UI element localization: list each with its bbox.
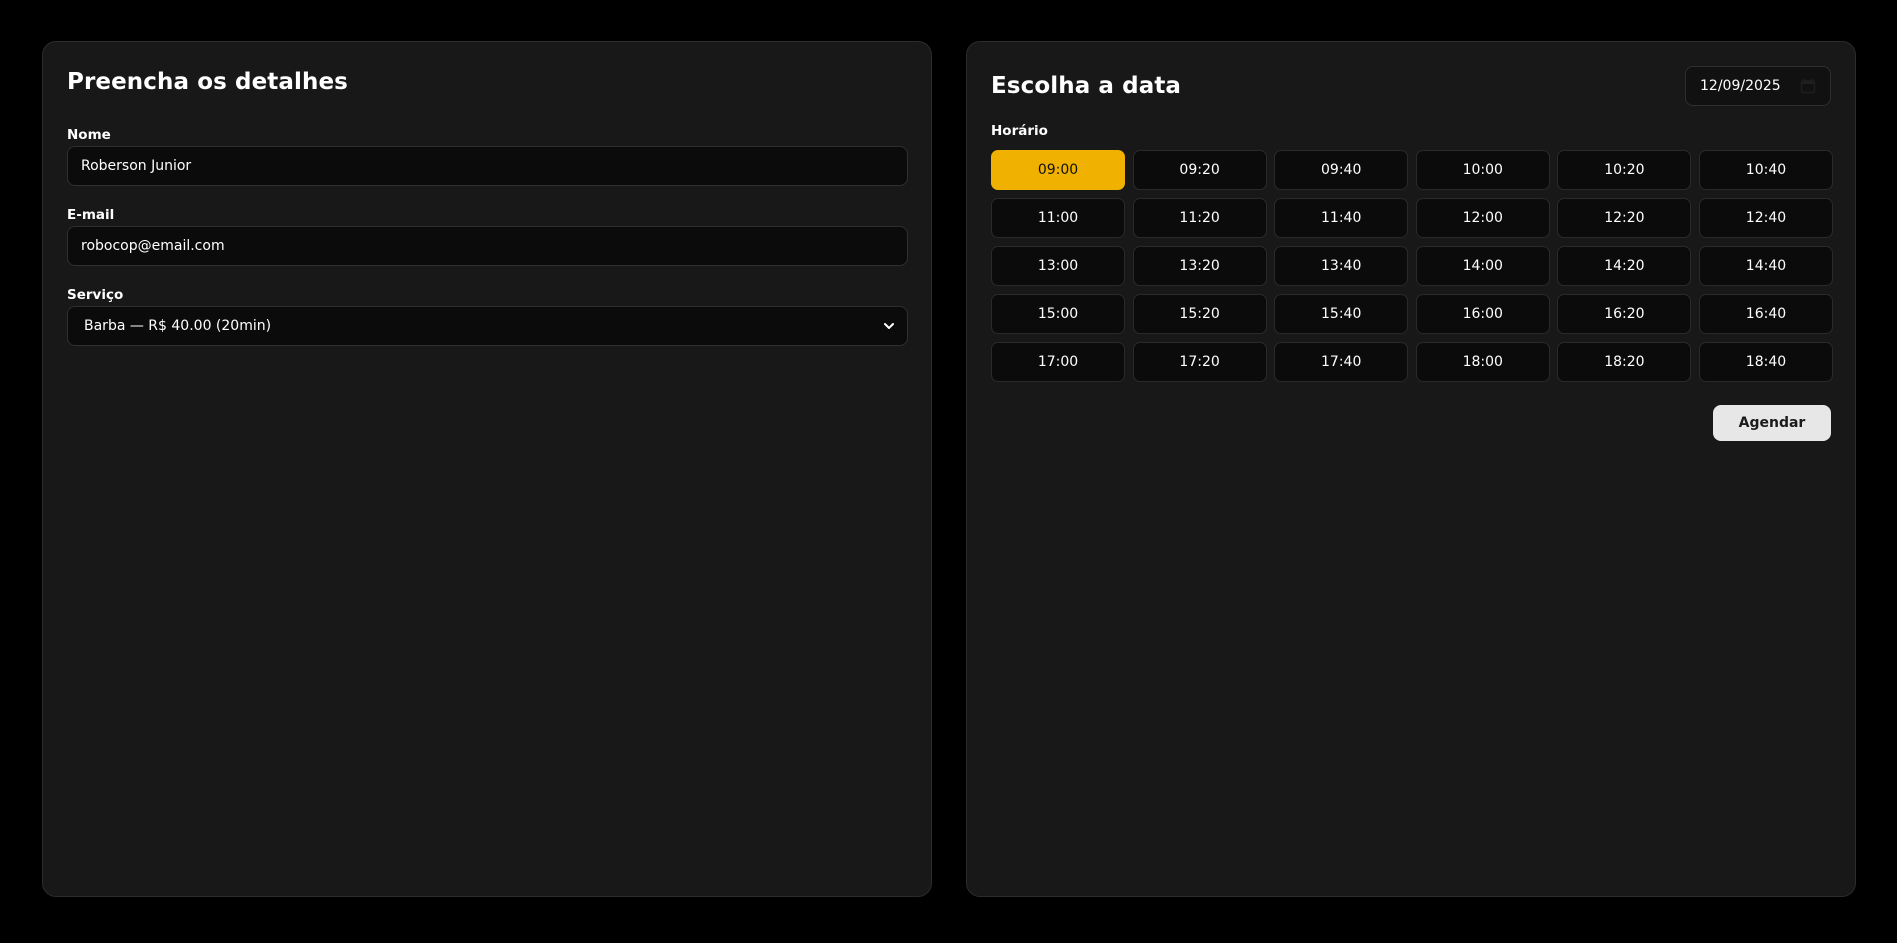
time-slot-1320[interactable]: 13:20 — [1132, 246, 1267, 286]
time-slot-1740[interactable]: 17:40 — [1274, 342, 1409, 382]
time-slot-1240[interactable]: 12:40 — [1698, 198, 1833, 238]
schedule-button[interactable]: Agendar — [1713, 405, 1831, 441]
schedule-title: Escolha a data — [991, 73, 1182, 99]
schedule-panel: Escolha a data 12/09/2025 Horário 09:00 0… — [966, 41, 1856, 897]
email-label: E-mail — [67, 207, 115, 223]
name-label: Nome — [67, 127, 111, 143]
time-slot-0920[interactable]: 09:20 — [1132, 150, 1267, 190]
time-slot-1840[interactable]: 18:40 — [1698, 342, 1833, 382]
time-slot-1720[interactable]: 17:20 — [1132, 342, 1267, 382]
time-slot-1040[interactable]: 10:40 — [1698, 150, 1833, 190]
time-slot-1020[interactable]: 10:20 — [1557, 150, 1692, 190]
time-slot-1600[interactable]: 16:00 — [1415, 294, 1550, 334]
time-slot-1340[interactable]: 13:40 — [1274, 246, 1409, 286]
time-slot-1800[interactable]: 18:00 — [1415, 342, 1550, 382]
details-panel: Preencha os detalhes Nome E-mail Serviço… — [42, 41, 932, 897]
details-title: Preencha os detalhes — [67, 69, 348, 95]
time-slot-0940[interactable]: 09:40 — [1274, 150, 1409, 190]
time-slots-label: Horário — [991, 123, 1048, 139]
time-slot-1420[interactable]: 14:20 — [1557, 246, 1692, 286]
time-slot-1000[interactable]: 10:00 — [1415, 150, 1550, 190]
time-slot-1700[interactable]: 17:00 — [991, 342, 1125, 382]
date-value: 12/09/2025 — [1700, 78, 1781, 94]
time-slot-grid: 09:00 09:20 09:40 10:00 10:20 10:40 11:00 11:20… — [991, 150, 1833, 382]
time-slot-1100[interactable]: 11:00 — [991, 198, 1125, 238]
time-slot-1220[interactable]: 12:20 — [1557, 198, 1692, 238]
time-slot-1300[interactable]: 13:00 — [991, 246, 1125, 286]
time-slot-1440[interactable]: 14:40 — [1698, 246, 1833, 286]
time-slot-1520[interactable]: 15:20 — [1132, 294, 1267, 334]
time-slot-1540[interactable]: 15:40 — [1274, 294, 1409, 334]
date-input[interactable]: 12/09/2025 — [1685, 66, 1831, 106]
service-selected-value: Barba — R$ 40.00 (20min) — [84, 318, 272, 334]
time-slot-1400[interactable]: 14:00 — [1415, 246, 1550, 286]
name-input[interactable] — [67, 146, 908, 186]
service-label: Serviço — [67, 287, 124, 303]
chevron-down-icon — [881, 318, 897, 334]
email-input[interactable] — [67, 226, 908, 266]
time-slot-1200[interactable]: 12:00 — [1415, 198, 1550, 238]
time-slot-1640[interactable]: 16:40 — [1698, 294, 1833, 334]
time-slot-1500[interactable]: 15:00 — [991, 294, 1125, 334]
service-select[interactable]: Barba — R$ 40.00 (20min) — [67, 306, 908, 346]
booking-page: Preencha os detalhes Nome E-mail Serviço… — [0, 0, 1897, 943]
time-slot-1140[interactable]: 11:40 — [1274, 198, 1409, 238]
time-slot-1620[interactable]: 16:20 — [1557, 294, 1692, 334]
time-slot-1120[interactable]: 11:20 — [1132, 198, 1267, 238]
calendar-icon[interactable] — [1800, 78, 1816, 94]
time-slot-1820[interactable]: 18:20 — [1557, 342, 1692, 382]
time-slot-0900[interactable]: 09:00 — [991, 150, 1125, 190]
